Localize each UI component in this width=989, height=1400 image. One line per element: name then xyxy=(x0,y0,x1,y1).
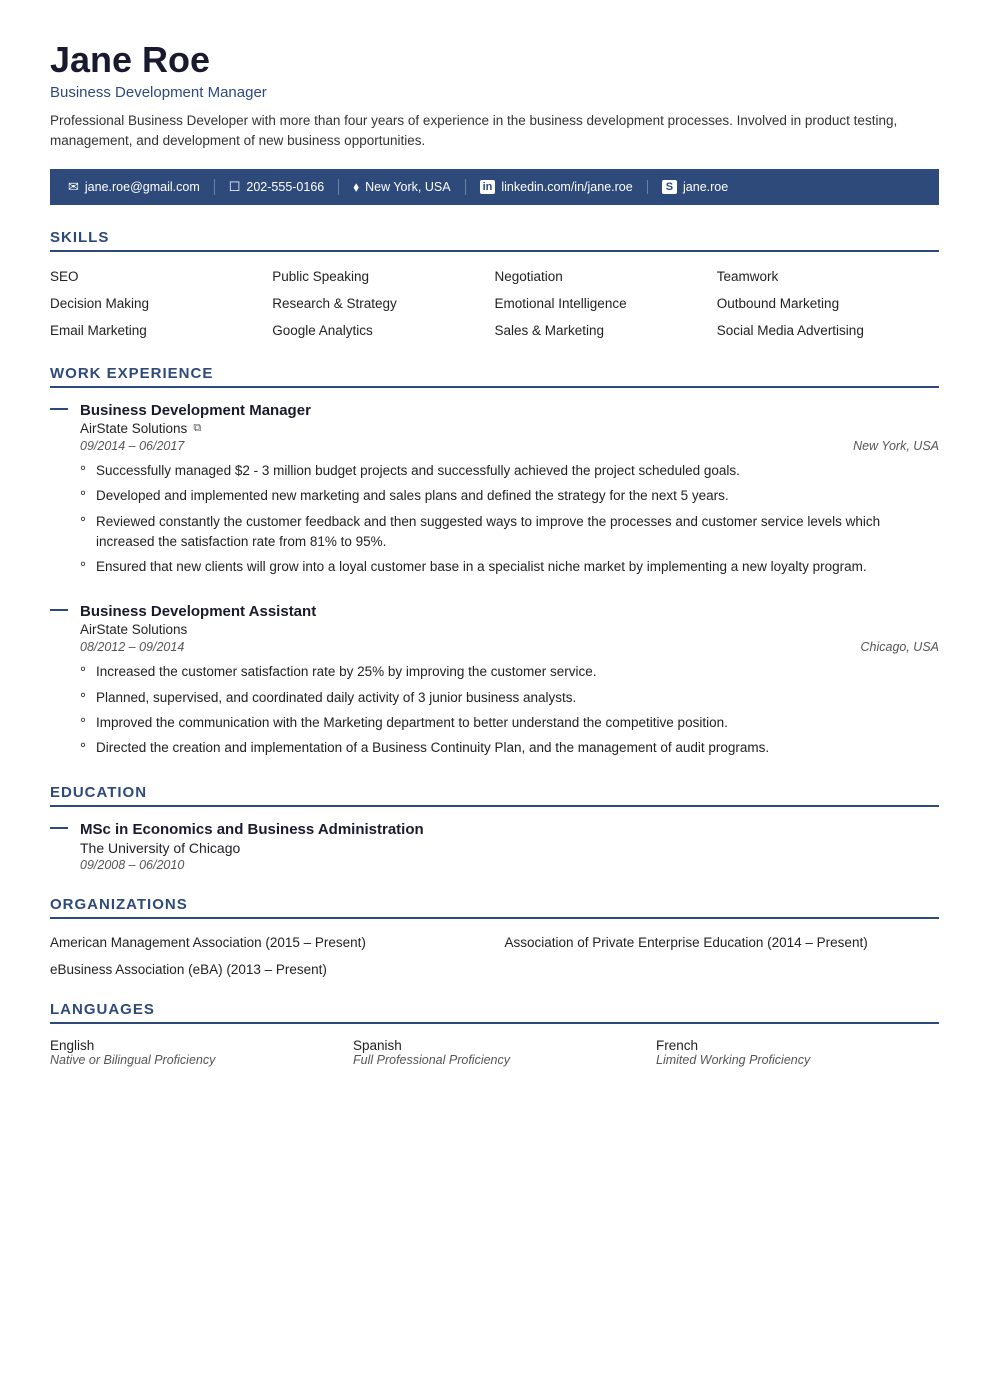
orgs-grid: American Management Association (2015 – … xyxy=(50,933,939,953)
work-experience-section: WORK EXPERIENCE Business Development Man… xyxy=(50,365,939,758)
job-dates: 08/2012 – 09/2014 xyxy=(80,640,184,654)
resume-name: Jane Roe xyxy=(50,40,939,80)
org-item: Association of Private Enterprise Educat… xyxy=(505,933,940,953)
contact-linkedin[interactable]: in linkedin.com/in/jane.roe xyxy=(466,180,648,194)
lang-level: Full Professional Proficiency xyxy=(353,1053,636,1067)
skill-item: Social Media Advertising xyxy=(717,320,939,341)
contact-skype[interactable]: S jane.roe xyxy=(648,180,743,194)
job-title: Business Development Manager xyxy=(80,402,939,419)
skills-section: SKILLS SEOPublic SpeakingNegotiationTeam… xyxy=(50,229,939,341)
job-bullet: Increased the customer satisfaction rate… xyxy=(80,662,939,682)
lang-item: FrenchLimited Working Proficiency xyxy=(656,1038,939,1067)
job-company: AirState Solutions xyxy=(80,622,939,637)
job-bullets: Increased the customer satisfaction rate… xyxy=(80,662,939,758)
email-icon: ✉ xyxy=(68,179,79,195)
skill-item: Outbound Marketing xyxy=(717,293,939,314)
education-title: EDUCATION xyxy=(50,784,939,807)
linkedin-icon: in xyxy=(480,180,496,194)
contact-bar: ✉ jane.roe@gmail.com ☐ 202-555-0166 ⬧ Ne… xyxy=(50,169,939,205)
skill-item: Teamwork xyxy=(717,266,939,287)
job-location: Chicago, USA xyxy=(860,640,939,654)
skill-item: Email Marketing xyxy=(50,320,272,341)
skill-item: Decision Making xyxy=(50,293,272,314)
external-link-icon[interactable]: ⧉ xyxy=(193,422,201,435)
languages-section: LANGUAGES EnglishNative or Bilingual Pro… xyxy=(50,1001,939,1067)
lang-item: SpanishFull Professional Proficiency xyxy=(353,1038,636,1067)
skill-item: Emotional Intelligence xyxy=(495,293,717,314)
skill-item: Research & Strategy xyxy=(272,293,494,314)
contact-email[interactable]: ✉ jane.roe@gmail.com xyxy=(68,179,215,195)
edu-degree: MSc in Economics and Business Administra… xyxy=(80,821,939,838)
job-bullet: Improved the communication with the Mark… xyxy=(80,713,939,733)
job-bullet: Directed the creation and implementation… xyxy=(80,738,939,758)
resume-title: Business Development Manager xyxy=(50,84,939,101)
job-company: AirState Solutions⧉ xyxy=(80,421,939,436)
lang-level: Limited Working Proficiency xyxy=(656,1053,939,1067)
lang-level: Native or Bilingual Proficiency xyxy=(50,1053,333,1067)
organizations-section: ORGANIZATIONS American Management Associ… xyxy=(50,896,939,976)
job-block: Business Development Manager AirState Sol… xyxy=(50,402,939,577)
job-bullet: Successfully managed $2 - 3 million budg… xyxy=(80,461,939,481)
location-icon: ⬧ xyxy=(353,179,359,195)
job-bullet: Planned, supervised, and coordinated dai… xyxy=(80,688,939,708)
job-meta: 08/2012 – 09/2014 Chicago, USA xyxy=(80,640,939,654)
skill-item: SEO xyxy=(50,266,272,287)
lang-name: English xyxy=(50,1038,333,1053)
skills-grid: SEOPublic SpeakingNegotiationTeamwork Dec… xyxy=(50,266,939,341)
skill-item: Public Speaking xyxy=(272,266,494,287)
job-title: Business Development Assistant xyxy=(80,603,939,620)
org-item: American Management Association (2015 – … xyxy=(50,933,485,953)
contact-location: ⬧ New York, USA xyxy=(339,179,465,195)
education-section: EDUCATION MSc in Economics and Business … xyxy=(50,784,939,872)
job-meta: 09/2014 – 06/2017 New York, USA xyxy=(80,439,939,453)
education-list: MSc in Economics and Business Administra… xyxy=(50,821,939,872)
work-experience-title: WORK EXPERIENCE xyxy=(50,365,939,388)
skill-item: Sales & Marketing xyxy=(495,320,717,341)
job-bullet: Ensured that new clients will grow into … xyxy=(80,557,939,577)
job-block: Business Development Assistant AirState S… xyxy=(50,603,939,758)
edu-dates: 09/2008 – 06/2010 xyxy=(80,858,939,872)
edu-school: The University of Chicago xyxy=(80,840,939,856)
languages-title: LANGUAGES xyxy=(50,1001,939,1024)
contact-phone: ☐ 202-555-0166 xyxy=(215,179,340,195)
job-bullet: Reviewed constantly the customer feedbac… xyxy=(80,512,939,553)
lang-name: French xyxy=(656,1038,939,1053)
skype-icon: S xyxy=(662,180,677,194)
skill-item: Negotiation xyxy=(495,266,717,287)
languages-grid: EnglishNative or Bilingual Proficiency Sp… xyxy=(50,1038,939,1067)
job-bullet: Developed and implemented new marketing … xyxy=(80,486,939,506)
skill-item: Google Analytics xyxy=(272,320,494,341)
org-single: eBusiness Association (eBA) (2013 – Pres… xyxy=(50,962,939,977)
job-dates: 09/2014 – 06/2017 xyxy=(80,439,184,453)
edu-block: MSc in Economics and Business Administra… xyxy=(50,821,939,872)
resume-summary: Professional Business Developer with mor… xyxy=(50,111,910,152)
job-bullets: Successfully managed $2 - 3 million budg… xyxy=(80,461,939,577)
organizations-title: ORGANIZATIONS xyxy=(50,896,939,919)
lang-item: EnglishNative or Bilingual Proficiency xyxy=(50,1038,333,1067)
phone-icon: ☐ xyxy=(229,179,241,195)
job-location: New York, USA xyxy=(853,439,939,453)
lang-name: Spanish xyxy=(353,1038,636,1053)
jobs-list: Business Development Manager AirState Sol… xyxy=(50,402,939,758)
skills-title: SKILLS xyxy=(50,229,939,252)
